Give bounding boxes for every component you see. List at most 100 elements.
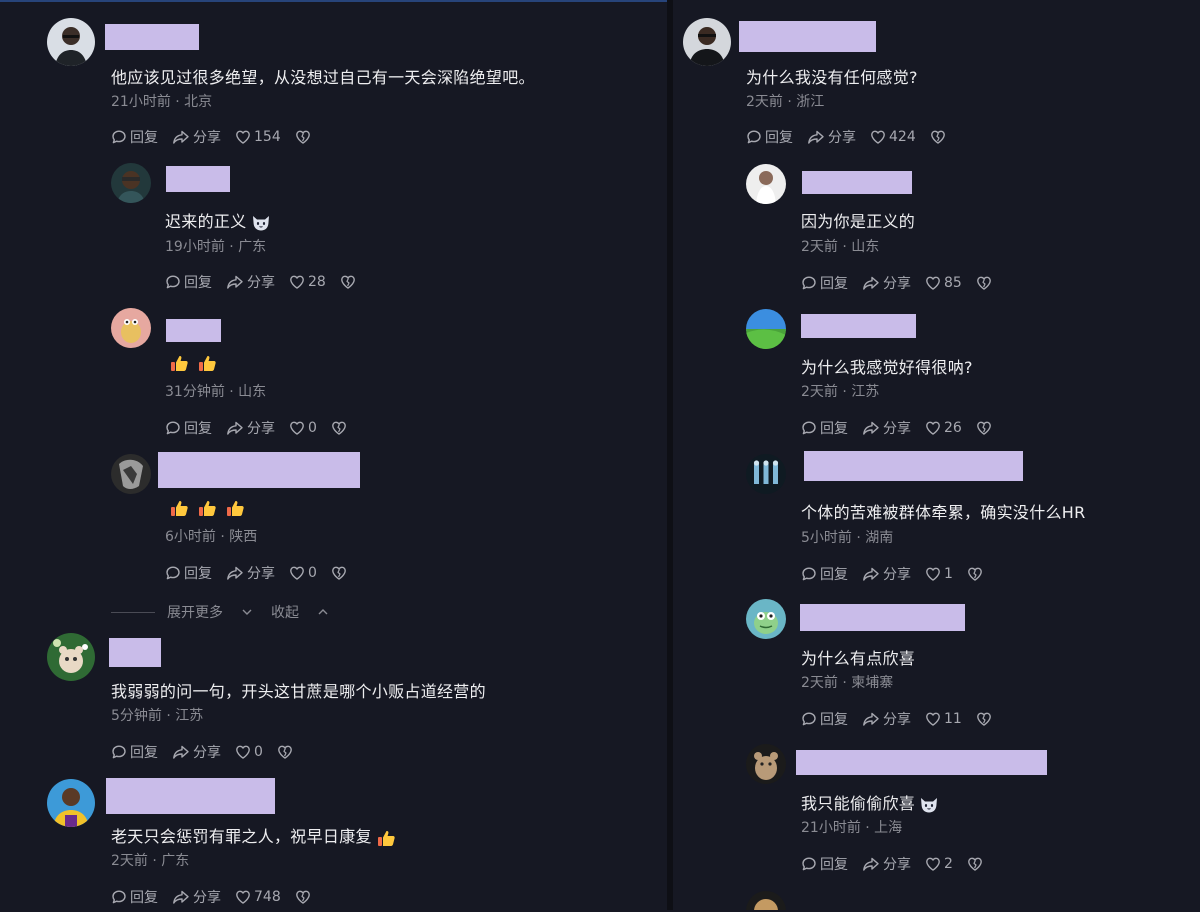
- avatar[interactable]: [47, 779, 95, 827]
- like-button[interactable]: 11: [925, 711, 962, 727]
- username-redacted[interactable]: [166, 166, 230, 192]
- like-button[interactable]: 424: [870, 129, 916, 145]
- share-button[interactable]: 分享: [862, 564, 911, 584]
- dislike-button[interactable]: [976, 420, 992, 436]
- share-button[interactable]: 分享: [172, 742, 221, 762]
- like-button[interactable]: 0: [235, 744, 263, 760]
- reply-meta: 19小时前 · 广东: [165, 239, 267, 255]
- share-button[interactable]: 分享: [226, 272, 275, 292]
- dislike-button[interactable]: [331, 565, 347, 581]
- reply-button[interactable]: 回复: [165, 563, 212, 583]
- reply-button[interactable]: 回复: [111, 742, 158, 762]
- heart-icon: [235, 129, 251, 145]
- avatar[interactable]: [746, 744, 786, 784]
- like-count: 0: [254, 744, 263, 760]
- reply-icon: [111, 744, 127, 760]
- share-button[interactable]: 分享: [862, 418, 911, 438]
- share-button[interactable]: 分享: [807, 127, 856, 147]
- reply-button[interactable]: 回复: [746, 127, 793, 147]
- like-button[interactable]: 1: [925, 566, 953, 582]
- like-button[interactable]: 154: [235, 129, 281, 145]
- dislike-button[interactable]: [340, 274, 356, 290]
- share-button[interactable]: 分享: [172, 127, 221, 147]
- broken-heart-icon: [976, 420, 992, 436]
- share-icon: [226, 274, 244, 290]
- username-redacted[interactable]: [801, 314, 916, 338]
- like-count: 154: [254, 129, 281, 145]
- avatar[interactable]: [111, 163, 151, 203]
- reply-actions: 回复 分享 85: [801, 273, 992, 293]
- dislike-button[interactable]: [277, 744, 293, 760]
- share-button[interactable]: 分享: [862, 273, 911, 293]
- reply-button[interactable]: 回复: [801, 273, 848, 293]
- avatar[interactable]: [746, 454, 786, 494]
- dislike-button[interactable]: [295, 129, 311, 145]
- avatar[interactable]: [47, 18, 95, 66]
- collapse-button[interactable]: 收起: [271, 602, 329, 622]
- share-button[interactable]: 分享: [226, 563, 275, 583]
- expand-more-button[interactable]: 展开更多: [167, 602, 253, 622]
- share-button[interactable]: 分享: [862, 854, 911, 874]
- dislike-button[interactable]: [976, 711, 992, 727]
- left-comment-panel: 他应该见过很多绝望，从没想过自己有一天会深陷绝望吧。 21小时前 · 北京 回复…: [0, 0, 667, 912]
- share-button[interactable]: 分享: [226, 418, 275, 438]
- like-button[interactable]: 85: [925, 275, 962, 291]
- cat-emoji: [919, 796, 939, 814]
- like-button[interactable]: 0: [289, 565, 317, 581]
- comment-meta: 2天前 · 广东: [111, 853, 190, 869]
- reply-button[interactable]: 回复: [801, 418, 848, 438]
- comment-meta: 5分钟前 · 江苏: [111, 708, 204, 724]
- username-redacted[interactable]: [802, 171, 912, 194]
- reply-button[interactable]: 回复: [165, 272, 212, 292]
- reply-button[interactable]: 回复: [111, 887, 158, 907]
- reply-meta: 2天前 · 山东: [801, 239, 880, 255]
- avatar[interactable]: [111, 454, 151, 494]
- reply-text: 因为你是正义的: [801, 212, 916, 231]
- username-redacted[interactable]: [804, 451, 1023, 481]
- share-icon: [807, 129, 825, 145]
- avatar[interactable]: [746, 891, 786, 910]
- like-button[interactable]: 2: [925, 856, 953, 872]
- username-redacted[interactable]: [166, 319, 221, 342]
- username-redacted[interactable]: [109, 638, 161, 667]
- like-count: 748: [254, 889, 281, 905]
- username-redacted[interactable]: [796, 750, 1047, 775]
- share-button[interactable]: 分享: [862, 709, 911, 729]
- heart-icon: [289, 565, 305, 581]
- heart-icon: [870, 129, 886, 145]
- like-button[interactable]: 748: [235, 889, 281, 905]
- reply-button[interactable]: 回复: [801, 854, 848, 874]
- like-button[interactable]: 0: [289, 420, 317, 436]
- dislike-button[interactable]: [976, 275, 992, 291]
- dislike-button[interactable]: [967, 856, 983, 872]
- dislike-button[interactable]: [331, 420, 347, 436]
- avatar[interactable]: [746, 599, 786, 639]
- username-redacted[interactable]: [800, 604, 965, 631]
- heart-icon: [925, 856, 941, 872]
- dislike-button[interactable]: [295, 889, 311, 905]
- share-icon: [862, 275, 880, 291]
- broken-heart-icon: [295, 129, 311, 145]
- username-redacted[interactable]: [106, 778, 275, 814]
- username-redacted[interactable]: [105, 24, 199, 50]
- reply-button[interactable]: 回复: [165, 418, 212, 438]
- username-redacted[interactable]: [739, 21, 876, 52]
- reply-button[interactable]: 回复: [111, 127, 158, 147]
- reply-icon: [111, 129, 127, 145]
- reply-icon: [165, 420, 181, 436]
- like-button[interactable]: 28: [289, 274, 326, 290]
- avatar[interactable]: [47, 633, 95, 681]
- comment-text: 老天只会惩罚有罪之人，祝早日康复: [111, 823, 404, 848]
- avatar[interactable]: [111, 308, 151, 348]
- avatar[interactable]: [746, 309, 786, 349]
- avatar[interactable]: [746, 164, 786, 204]
- reply-button[interactable]: 回复: [801, 564, 848, 584]
- username-redacted[interactable]: [158, 452, 360, 488]
- share-button[interactable]: 分享: [172, 887, 221, 907]
- dislike-button[interactable]: [967, 566, 983, 582]
- reply-button[interactable]: 回复: [801, 709, 848, 729]
- dislike-button[interactable]: [930, 129, 946, 145]
- like-button[interactable]: 26: [925, 420, 962, 436]
- share-icon: [862, 856, 880, 872]
- avatar[interactable]: [683, 18, 731, 66]
